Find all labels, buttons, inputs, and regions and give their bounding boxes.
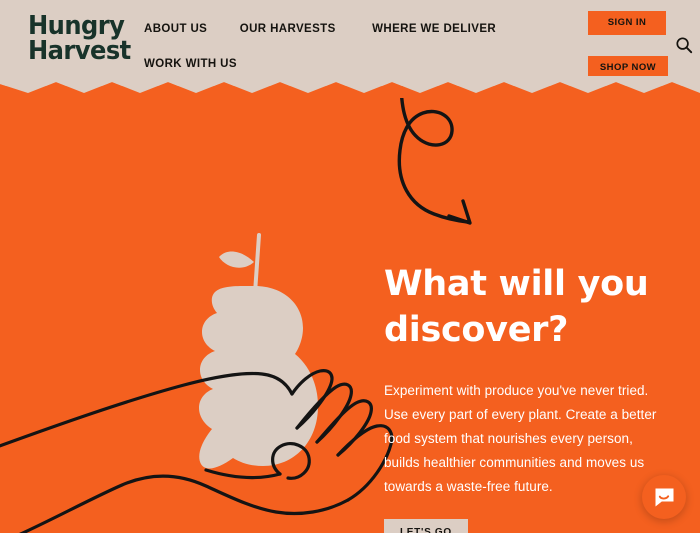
primary-navigation: ABOUT US OUR HARVESTS WHERE WE DELIVER W… xyxy=(144,23,584,76)
search-icon xyxy=(676,37,693,54)
chat-bubble-icon xyxy=(655,488,673,506)
hero-copy: What will you discover? Experiment with … xyxy=(384,262,669,533)
nav-item-about-us[interactable]: ABOUT US xyxy=(144,23,207,35)
hero-description: Experiment with produce you've never tri… xyxy=(384,383,657,495)
zigzag-divider xyxy=(0,76,700,98)
search-button[interactable] xyxy=(675,36,693,54)
lets-go-button[interactable]: LET'S GO xyxy=(384,519,468,533)
nav-item-where-we-deliver[interactable]: WHERE WE DELIVER xyxy=(372,23,496,35)
logo-line-2: Harvest xyxy=(28,35,131,66)
logo-line-1: Hungry xyxy=(28,11,125,41)
nav-row-2: WORK WITH US xyxy=(144,58,584,76)
nav-item-work-with-us[interactable]: WORK WITH US xyxy=(144,58,237,70)
site-header: Hungry Harvest ABOUT US OUR HARVESTS WHE… xyxy=(0,0,700,86)
sign-in-button[interactable]: SIGN IN xyxy=(588,11,666,35)
chat-launcher-button[interactable] xyxy=(642,475,686,519)
nav-row-1: ABOUT US OUR HARVESTS WHERE WE DELIVER xyxy=(144,23,584,41)
page-title: What will you discover? xyxy=(384,264,649,350)
nav-item-our-harvests[interactable]: OUR HARVESTS xyxy=(240,23,336,35)
site-logo[interactable]: Hungry Harvest xyxy=(28,11,131,66)
header-actions: SIGN IN SHOP NOW xyxy=(588,11,668,80)
